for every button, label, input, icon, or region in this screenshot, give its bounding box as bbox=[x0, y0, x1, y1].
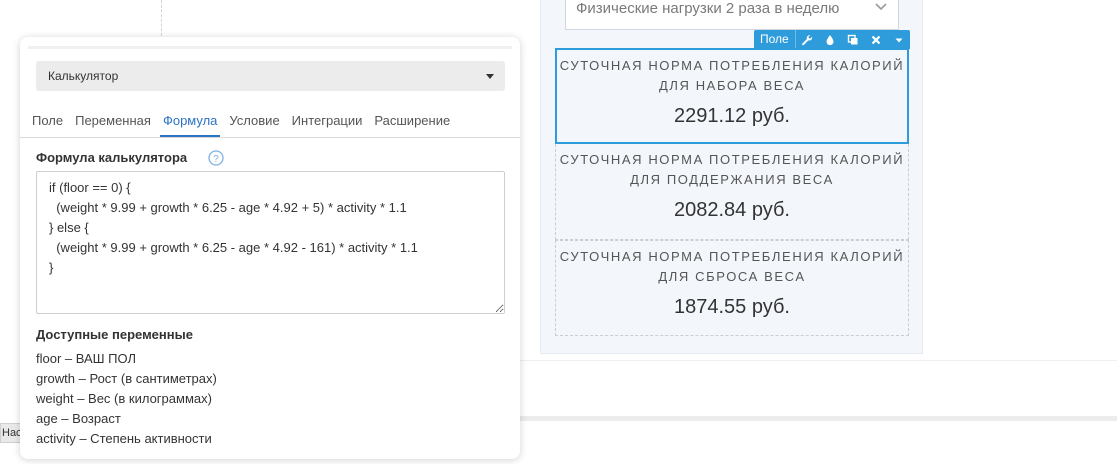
caret-down-icon[interactable] bbox=[887, 30, 910, 49]
settings-tab-stub[interactable]: Нас bbox=[0, 423, 22, 443]
calc-field-gain[interactable]: СУТОЧНАЯ НОРМА ПОТРЕБЛЕНИЯ КАЛОРИЙ ДЛЯ Н… bbox=[555, 48, 909, 144]
editor-canvas: Нас Физические нагрузки 2 раза в неделю … bbox=[0, 0, 1117, 464]
copy-icon[interactable] bbox=[841, 30, 864, 49]
tab-integrations[interactable]: Интеграции bbox=[289, 107, 366, 137]
formula-input[interactable]: if (floor == 0) { (weight * 9.99 + growt… bbox=[36, 171, 505, 314]
drop-icon[interactable] bbox=[819, 30, 842, 49]
element-type-value: Калькулятор bbox=[48, 69, 119, 83]
field-toolbar: Поле bbox=[754, 30, 910, 49]
panel-drag-handle[interactable] bbox=[28, 46, 512, 49]
close-icon[interactable] bbox=[864, 30, 887, 49]
calc-field-title: СУТОЧНАЯ НОРМА ПОТРЕБЛЕНИЯ КАЛОРИЙ ДЛЯ С… bbox=[556, 247, 908, 287]
tab-field[interactable]: Поле bbox=[29, 107, 66, 137]
calc-field-title-line1: СУТОЧНАЯ НОРМА ПОТРЕБЛЕНИЯ КАЛОРИЙ bbox=[559, 249, 905, 264]
svg-text:?: ? bbox=[213, 154, 219, 165]
variable-item: growth – Рост (в сантиметрах) bbox=[36, 371, 217, 386]
calc-field-title-line2: ДЛЯ СБРОСА ВЕСА bbox=[658, 269, 806, 284]
calc-field-title-line1: СУТОЧНАЯ НОРМА ПОТРЕБЛЕНИЯ КАЛОРИЙ bbox=[559, 58, 905, 73]
calc-field-value: 1874.55 руб. bbox=[674, 296, 790, 318]
variable-item: activity – Степень активности bbox=[36, 431, 212, 446]
calc-field-title-line1: СУТОЧНАЯ НОРМА ПОТРЕБЛЕНИЯ КАЛОРИЙ bbox=[559, 152, 905, 167]
help-icon[interactable]: ? bbox=[208, 150, 224, 166]
activity-select-value: Физические нагрузки 2 раза в неделю bbox=[576, 0, 840, 17]
calc-field-title: СУТОЧНАЯ НОРМА ПОТРЕБЛЕНИЯ КАЛОРИЙ ДЛЯ Н… bbox=[557, 56, 907, 96]
tab-formula[interactable]: Формула bbox=[159, 107, 221, 137]
wrench-icon[interactable] bbox=[796, 30, 819, 49]
chevron-down-icon bbox=[875, 3, 887, 11]
section-strip bbox=[520, 416, 1117, 421]
variables-title: Доступные переменные bbox=[36, 327, 193, 342]
formula-label: Формула калькулятора bbox=[36, 150, 188, 165]
calc-field-maintain[interactable]: СУТОЧНАЯ НОРМА ПОТРЕБЛЕНИЯ КАЛОРИЙ ДЛЯ П… bbox=[555, 144, 909, 240]
tab-extension[interactable]: Расширение bbox=[371, 107, 453, 137]
tab-variable[interactable]: Переменная bbox=[72, 107, 154, 137]
element-type-select[interactable]: Калькулятор bbox=[36, 61, 505, 91]
variables-list: floor – ВАШ ПОЛ growth – Рост (в сантиме… bbox=[36, 349, 217, 449]
activity-select[interactable]: Физические нагрузки 2 раза в неделю bbox=[565, 0, 899, 30]
caret-down-icon bbox=[486, 74, 494, 79]
field-settings-panel: Калькулятор Поле Переменная Формула Усло… bbox=[20, 37, 520, 459]
calc-field-title: СУТОЧНАЯ НОРМА ПОТРЕБЛЕНИЯ КАЛОРИЙ ДЛЯ П… bbox=[556, 150, 908, 190]
settings-tabs: Поле Переменная Формула Условие Интеграц… bbox=[20, 107, 520, 138]
column-guide bbox=[161, 0, 162, 36]
variable-item: weight – Вес (в килограммах) bbox=[36, 391, 212, 406]
variable-item: age – Возраст bbox=[36, 411, 121, 426]
calc-field-loss[interactable]: СУТОЧНАЯ НОРМА ПОТРЕБЛЕНИЯ КАЛОРИЙ ДЛЯ С… bbox=[555, 240, 909, 336]
field-toolbar-label: Поле bbox=[754, 30, 796, 49]
calc-field-title-line2: ДЛЯ ПОДДЕРЖАНИЯ ВЕСА bbox=[630, 172, 834, 187]
calc-field-value: 2291.12 руб. bbox=[674, 105, 790, 127]
tab-condition[interactable]: Условие bbox=[226, 107, 282, 137]
calc-field-title-line2: ДЛЯ НАБОРА ВЕСА bbox=[658, 78, 806, 93]
section-divider bbox=[520, 360, 1117, 361]
calc-field-value: 2082.84 руб. bbox=[674, 199, 790, 221]
variable-item: floor – ВАШ ПОЛ bbox=[36, 351, 137, 366]
